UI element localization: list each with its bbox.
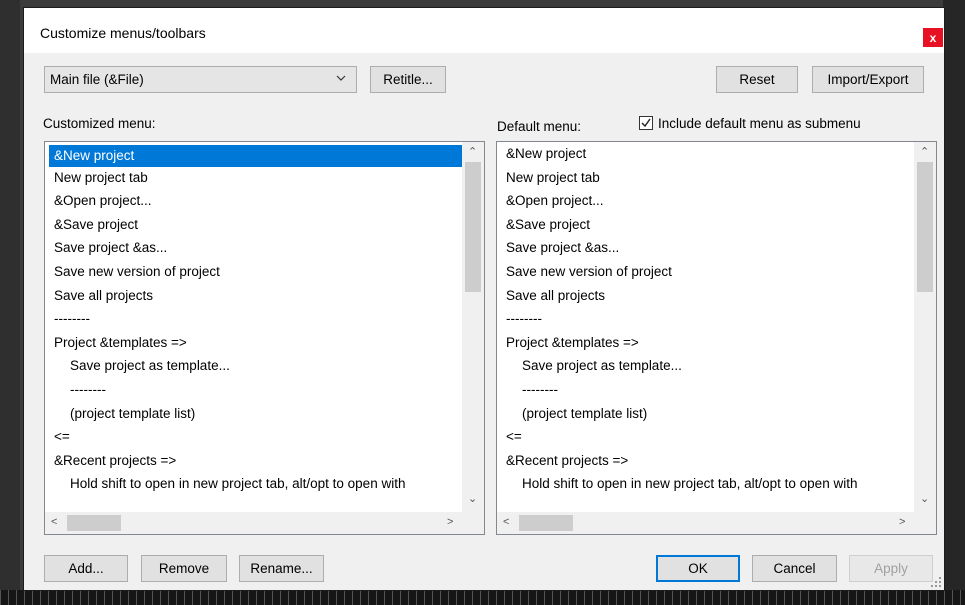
default-vertical-scroll-thumb[interactable] xyxy=(917,162,933,292)
customized-horizontal-scroll-thumb[interactable] xyxy=(67,515,121,531)
import-export-button[interactable]: Import/Export xyxy=(812,66,924,93)
customized-horizontal-scrollbar[interactable]: < > xyxy=(45,512,463,534)
list-item[interactable]: &Recent projects => xyxy=(497,449,915,473)
ok-button[interactable]: OK xyxy=(656,555,740,582)
default-menu-items: &New project New project tab &Open project… xyxy=(497,142,915,512)
background-right-strip xyxy=(943,0,965,605)
customized-menu-items: &New project New project tab &Open project… xyxy=(45,142,463,512)
menu-select-value: Main file (&File) xyxy=(50,72,144,87)
list-item[interactable]: &Recent projects => xyxy=(45,449,463,473)
customized-vertical-scrollbar[interactable]: ⌃ ⌄ xyxy=(462,142,484,512)
list-item[interactable]: &Open project... xyxy=(45,189,463,213)
default-horizontal-scroll-thumb[interactable] xyxy=(519,515,573,531)
menu-select[interactable]: Main file (&File) xyxy=(44,66,357,93)
scroll-down-icon[interactable]: ⌄ xyxy=(920,492,929,505)
list-item[interactable]: &Open project... xyxy=(497,189,915,213)
default-menu-list[interactable]: &New project New project tab &Open project… xyxy=(496,141,937,535)
list-item[interactable]: -------- xyxy=(497,378,915,402)
customize-dialog: Customize menus/toolbars x Main file (&F… xyxy=(23,7,945,591)
list-item[interactable]: Project &templates => xyxy=(497,331,915,355)
list-item[interactable]: New project tab xyxy=(497,166,915,190)
remove-button[interactable]: Remove xyxy=(141,555,227,582)
scroll-right-icon[interactable]: > xyxy=(447,516,453,528)
customized-vertical-scroll-thumb[interactable] xyxy=(465,162,481,292)
reset-button[interactable]: Reset xyxy=(716,66,798,93)
list-item[interactable]: (project template list) xyxy=(45,402,463,426)
background-left-strip xyxy=(0,0,20,605)
list-item[interactable]: Hold shift to open in new project tab, a… xyxy=(45,472,463,496)
list-item[interactable]: -------- xyxy=(497,307,915,331)
customized-menu-label: Customized menu: xyxy=(43,116,156,131)
scroll-up-icon[interactable]: ⌃ xyxy=(920,145,929,158)
list-item[interactable]: Save all projects xyxy=(45,284,463,308)
close-button[interactable]: x xyxy=(923,28,943,47)
include-default-label: Include default menu as submenu xyxy=(658,116,861,131)
scrollbar-corner xyxy=(914,512,936,534)
list-item[interactable]: Save project &as... xyxy=(497,236,915,260)
list-item[interactable]: &Save project xyxy=(45,213,463,237)
scroll-up-icon[interactable]: ⌃ xyxy=(468,145,477,158)
list-item[interactable]: &Save project xyxy=(497,213,915,237)
apply-button[interactable]: Apply xyxy=(849,555,933,582)
rename-button[interactable]: Rename... xyxy=(239,555,324,582)
list-item[interactable]: &New project xyxy=(497,142,915,166)
list-item[interactable]: Save project as template... xyxy=(45,354,463,378)
list-item[interactable]: <= xyxy=(497,425,915,449)
scrollbar-corner xyxy=(462,512,484,534)
default-horizontal-scrollbar[interactable]: < > xyxy=(497,512,915,534)
scroll-left-icon[interactable]: < xyxy=(51,516,57,528)
retitle-button[interactable]: Retitle... xyxy=(370,66,446,93)
chevron-down-icon xyxy=(336,75,346,81)
close-icon: x xyxy=(929,30,937,45)
include-default-checkbox[interactable] xyxy=(639,116,653,130)
list-item[interactable]: -------- xyxy=(45,378,463,402)
scroll-down-icon[interactable]: ⌄ xyxy=(468,492,477,505)
list-item[interactable]: Save new version of project xyxy=(497,260,915,284)
customized-menu-list[interactable]: &New project New project tab &Open project… xyxy=(44,141,485,535)
scroll-right-icon[interactable]: > xyxy=(899,516,905,528)
checkmark-icon xyxy=(641,118,651,128)
scroll-left-icon[interactable]: < xyxy=(503,516,509,528)
add-button[interactable]: Add... xyxy=(44,555,128,582)
title-bar: Customize menus/toolbars x xyxy=(24,8,944,53)
resize-grip-icon[interactable] xyxy=(930,576,942,588)
list-item[interactable]: &New project xyxy=(49,145,463,167)
list-item[interactable]: Save new version of project xyxy=(45,260,463,284)
list-item[interactable]: <= xyxy=(45,425,463,449)
list-item[interactable]: Save project &as... xyxy=(45,236,463,260)
list-item[interactable]: Project &templates => xyxy=(45,331,463,355)
list-item[interactable]: Save project as template... xyxy=(497,354,915,378)
default-vertical-scrollbar[interactable]: ⌃ ⌄ xyxy=(914,142,936,512)
dialog-title: Customize menus/toolbars xyxy=(40,25,206,41)
list-item[interactable]: Save all projects xyxy=(497,284,915,308)
default-menu-label: Default menu: xyxy=(497,119,582,134)
list-item[interactable]: -------- xyxy=(45,307,463,331)
list-item[interactable]: New project tab xyxy=(45,166,463,190)
cancel-button[interactable]: Cancel xyxy=(752,555,837,582)
list-item[interactable]: Hold shift to open in new project tab, a… xyxy=(497,472,915,496)
list-item[interactable]: (project template list) xyxy=(497,402,915,426)
background-timeline-strip xyxy=(0,590,965,605)
